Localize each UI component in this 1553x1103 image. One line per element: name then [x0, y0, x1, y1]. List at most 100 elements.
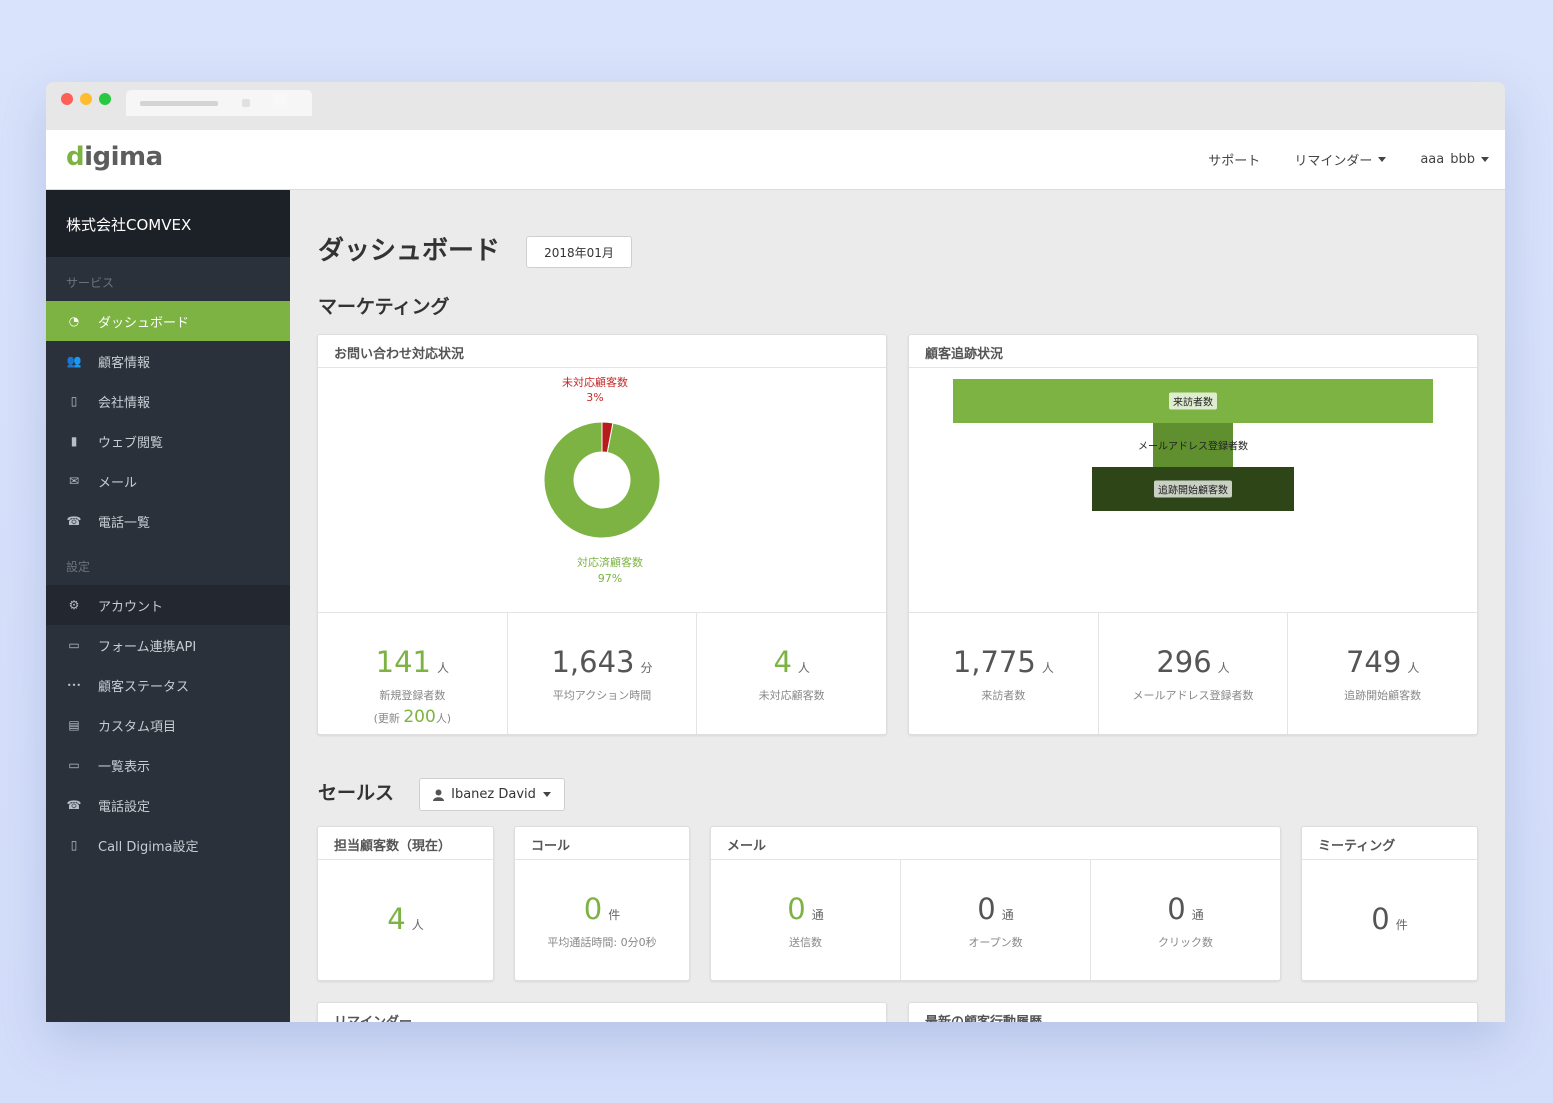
envelope-icon: ✉ [68, 474, 80, 488]
stat-unhandled: 4人 未対応顧客数 [697, 613, 886, 734]
slice-label-unhandled: 未対応顧客数 [562, 375, 628, 389]
company-name: 株式会社COMVEX [46, 190, 290, 257]
sidebar-item-label: 一覧表示 [98, 759, 151, 775]
digima-logo[interactable]: digima [66, 142, 163, 172]
sidebar-item-label: 顧客ステータス [98, 679, 190, 695]
stat-mails-sent: 0通 送信数 [711, 860, 901, 980]
stat-avg-action-time: 1,643 分 平均アクション時間 [508, 613, 698, 734]
panel-title: コール [515, 827, 689, 860]
stat-value: 749 [1345, 645, 1402, 679]
stat-unit: 人 [1217, 661, 1230, 675]
sidebar-item-phone[interactable]: ☎ 電話設定 [46, 785, 290, 825]
stat-value: 0 [787, 892, 806, 926]
stat-label: 平均通話時間: 0分0秒 [547, 936, 657, 949]
inquiry-status-panel: お問い合わせ対応状況 未対応顧客数 3% 対応済顧客数 97% 141 人 新規登… [317, 334, 887, 735]
main-content: ダッシュボード 2018年01月 マーケティング お問い合わせ対応状況 未対応顧… [290, 190, 1505, 1022]
stat-tracked-customers: 749 人 追跡開始顧客数 [1288, 613, 1477, 734]
stat-meetings: 0件 [1302, 860, 1477, 980]
marketing-title: マーケティング [318, 296, 450, 318]
sidebar-item-label: ウェブ閲覧 [98, 435, 164, 451]
chevron-down-icon [1378, 157, 1387, 162]
month-selector[interactable]: 2018年01月 [526, 236, 632, 268]
stat-unit: 件 [608, 908, 621, 922]
inquiry-donut-chart: 未対応顧客数 3% 対応済顧客数 97% [543, 375, 661, 585]
customer-activity-panel: 最新の顧客行動履歴 [908, 1002, 1478, 1022]
stat-value: 4 [387, 902, 406, 936]
sidebar-item-document[interactable]: ▤ カスタム項目 [46, 705, 290, 745]
slice-percent-handled: 97% [598, 572, 622, 585]
ellipsis-icon: ••• [66, 680, 82, 690]
sidebar-item-ellipsis[interactable]: ••• 顧客ステータス [46, 665, 290, 705]
sidebar-item-form[interactable]: ▭ フォーム連携API [46, 625, 290, 665]
stat-unit: 人 [437, 661, 450, 675]
stat-email-registrants: 296 人 メールアドレス登録者数 [1099, 613, 1289, 734]
close-window-icon[interactable] [61, 93, 73, 105]
sidebar-item-gear[interactable]: ⚙ アカウント [46, 585, 290, 625]
sidebar-item-dashboard[interactable]: ◔ ダッシュボード [46, 301, 290, 341]
sidebar-item-label: メール [98, 475, 138, 491]
funnel-label-2: 追跡開始顧客数 [1154, 480, 1232, 498]
page-title: ダッシュボード [318, 236, 501, 266]
sidebar-item-mobile[interactable]: ▯ Call Digima設定 [46, 825, 290, 865]
sidebar-item-envelope[interactable]: ✉ メール [46, 461, 290, 501]
stat-visitors: 1,775 人 来訪者数 [909, 613, 1099, 734]
stat-unit: 通 [811, 908, 824, 922]
sidebar-item-building[interactable]: ▯ 会社情報 [46, 381, 290, 421]
sidebar-item-users[interactable]: 👥 顧客情報 [46, 341, 290, 381]
sidebar-item-label: 電話一覧 [98, 515, 151, 531]
browser-chrome [46, 82, 1505, 130]
phone-icon: ☎ [66, 798, 82, 812]
new-tab-icon[interactable] [273, 93, 287, 107]
stat-label: 新規登録者数 [379, 689, 446, 702]
stat-label: 平均アクション時間 [552, 689, 652, 702]
chevron-down-icon [542, 792, 551, 797]
stat-value: 0 [583, 892, 603, 926]
user-icon [433, 789, 445, 801]
sidebar-item-label: Call Digima設定 [98, 839, 199, 855]
stat-new-registrations: 141 人 新規登録者数 (更新 200人) [318, 613, 508, 734]
bar-chart-icon: ▮ [70, 434, 78, 448]
call-panel: コール 0件 平均通話時間: 0分0秒 [514, 826, 690, 981]
panel-title: 最新の顧客行動履歴 [909, 1003, 1477, 1022]
user-first-name: aaa [1420, 152, 1445, 167]
panel-title: 顧客追跡状況 [909, 335, 1477, 368]
stat-unit: 通 [1191, 908, 1204, 922]
stat-label: 追跡開始顧客数 [1344, 689, 1422, 702]
stat-unit: 人 [1041, 661, 1054, 675]
tracking-stats: 1,775 人 来訪者数 296 人 メールアドレス登録者数 749 人 追跡開始顧客… [909, 612, 1477, 734]
slice-percent-unhandled: 3% [586, 391, 603, 404]
stat-label: 来訪者数 [981, 689, 1026, 702]
monitor-icon: ▭ [68, 758, 80, 772]
minimize-window-icon[interactable] [80, 93, 92, 105]
stat-assigned-customers: 4人 [318, 860, 493, 980]
gear-icon: ⚙ [68, 598, 80, 612]
meeting-panel: ミーティング 0件 [1301, 826, 1478, 981]
stat-value: 1,775 [952, 645, 1036, 679]
sidebar-item-phone[interactable]: ☎ 電話一覧 [46, 501, 290, 541]
stat-label: 未対応顧客数 [758, 689, 825, 702]
top-navbar: digima サポート リマインダー aaa bbb [46, 130, 1505, 190]
stat-value: 1,643 [551, 645, 635, 679]
stat-unit: 人 [1407, 661, 1420, 675]
sales-user-dropdown[interactable]: Ibanez David [419, 778, 565, 811]
sidebar-item-label: フォーム連携API [98, 639, 197, 655]
sidebar-item-bar-chart[interactable]: ▮ ウェブ閲覧 [46, 421, 290, 461]
stat-unit: 人 [797, 661, 810, 675]
sidebar-item-monitor[interactable]: ▭ 一覧表示 [46, 745, 290, 785]
stat-value: 0 [1167, 892, 1186, 926]
stat-value: 141 [375, 645, 431, 679]
stat-label: 送信数 [789, 936, 822, 949]
support-link[interactable]: サポート [1208, 150, 1260, 169]
users-icon: 👥 [66, 354, 82, 368]
dashboard-icon: ◔ [68, 314, 80, 328]
tab-title-placeholder [140, 101, 218, 106]
tab-close-icon[interactable] [242, 99, 250, 107]
panel-title: お問い合わせ対応状況 [318, 335, 886, 368]
stat-unit: 件 [1395, 918, 1408, 932]
browser-window: digima サポート リマインダー aaa bbb 株式会社COMVEX サー… [46, 82, 1505, 1022]
maximize-window-icon[interactable] [99, 93, 111, 105]
stat-mails-opened: 0通 オープン数 [901, 860, 1091, 980]
funnel-label-1: メールアドレス登録者数 [1138, 441, 1248, 453]
reminder-dropdown[interactable]: リマインダー [1294, 150, 1387, 169]
user-menu[interactable]: aaa bbb [1420, 150, 1489, 169]
